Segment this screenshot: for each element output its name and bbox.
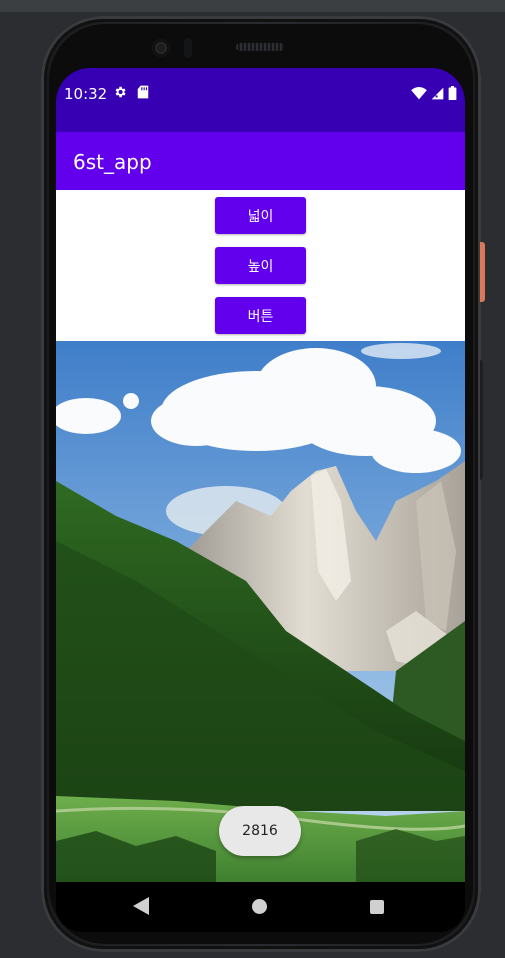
proximity-sensor bbox=[184, 38, 192, 58]
volume-button[interactable] bbox=[480, 360, 483, 480]
earpiece-speaker bbox=[236, 43, 284, 51]
height-button[interactable]: 높이 bbox=[215, 247, 306, 284]
status-time: 10:32 bbox=[64, 85, 108, 103]
device-screen: 10:32 6st_app 넓이 높이 버튼 2816 bbox=[56, 68, 465, 932]
status-icons-right bbox=[411, 86, 457, 100]
app-title: 6st_app bbox=[73, 150, 152, 174]
recents-icon[interactable] bbox=[370, 900, 384, 914]
width-button[interactable]: 넓이 bbox=[215, 197, 306, 234]
power-button[interactable] bbox=[480, 242, 485, 302]
wifi-icon bbox=[411, 86, 427, 99]
status-bar: 10:32 bbox=[56, 68, 465, 132]
app-bar: 6st_app bbox=[56, 132, 465, 190]
battery-icon bbox=[448, 86, 457, 100]
navigation-bar bbox=[56, 882, 465, 932]
generic-button[interactable]: 버튼 bbox=[215, 297, 306, 334]
landscape-illustration bbox=[56, 341, 465, 882]
home-icon[interactable] bbox=[252, 899, 267, 914]
status-icons-left bbox=[113, 85, 149, 99]
gear-icon bbox=[115, 86, 126, 98]
landscape-image bbox=[56, 341, 465, 882]
signal-icon bbox=[431, 87, 444, 99]
front-camera bbox=[152, 39, 170, 57]
emulator-toolbar bbox=[0, 0, 505, 12]
button-panel: 넓이 높이 버튼 bbox=[56, 190, 465, 341]
back-icon[interactable] bbox=[132, 896, 150, 916]
sd-card-icon bbox=[137, 85, 149, 99]
toast-message: 2816 bbox=[219, 806, 301, 856]
